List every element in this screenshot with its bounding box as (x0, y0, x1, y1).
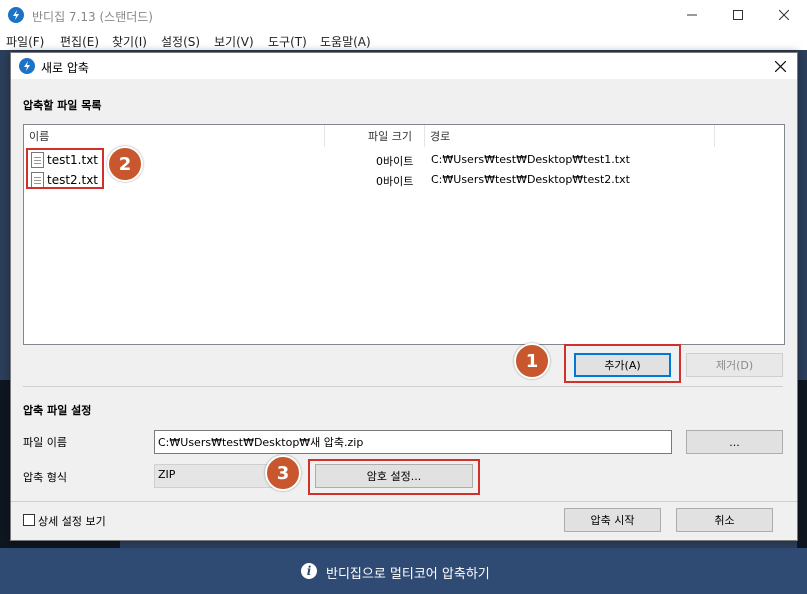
settings-section-label: 압축 파일 설정 (23, 404, 92, 417)
filename-label: 파일 이름 (23, 436, 67, 449)
background-panel (0, 540, 120, 548)
dialog-title: 새로 압축 (41, 61, 89, 75)
dialog-titlebar: 새로 압축 (11, 53, 797, 79)
column-separator[interactable] (424, 125, 425, 147)
highlight-box-files (26, 148, 104, 189)
file-path: C:₩Users₩test₩Desktop₩test1.txt (431, 153, 630, 166)
bandizip-logo-icon (8, 7, 24, 23)
maximize-icon[interactable] (715, 0, 761, 30)
step-badge-1: 1 (514, 343, 550, 379)
column-header-path[interactable]: 경로 (430, 128, 450, 144)
column-separator[interactable] (324, 125, 325, 147)
file-list[interactable]: 이름 파일 크기 경로 test1.txt 0바이트 C:₩Users₩test… (23, 124, 785, 345)
archive-filename-field[interactable]: C:₩Users₩test₩Desktop₩새 압축.zip (154, 430, 672, 454)
minimize-icon[interactable] (669, 0, 715, 30)
browse-button[interactable]: ... (686, 430, 783, 454)
info-icon: i (301, 563, 317, 579)
file-size: 0바이트 (376, 155, 414, 168)
menu-file[interactable]: 파일(F) (6, 33, 44, 50)
divider (23, 386, 783, 387)
new-archive-dialog: 새로 압축 압축할 파일 목록 이름 파일 크기 경로 test1.txt 0바… (10, 52, 798, 541)
archive-filename-value: C:₩Users₩test₩Desktop₩새 압축.zip (158, 436, 364, 449)
remove-button[interactable]: 제거(D) (686, 353, 783, 377)
list-header: 이름 파일 크기 경로 (24, 125, 784, 147)
bandizip-logo-icon (19, 58, 35, 74)
status-bar: 반디집으로 멀티코어 압축하기 (0, 548, 807, 594)
menu-edit[interactable]: 편집(E) (60, 33, 99, 50)
advanced-settings-label[interactable]: 상세 설정 보기 (38, 513, 106, 529)
format-label: 압축 형식 (23, 471, 67, 484)
password-settings-button[interactable]: 암호 설정... (315, 464, 473, 488)
column-header-size[interactable]: 파일 크기 (368, 128, 412, 144)
app-titlebar: 반디집 7.13 (스탠더드) (0, 0, 807, 30)
app-title: 반디집 7.13 (스탠더드) (32, 10, 153, 24)
file-size: 0바이트 (376, 175, 414, 188)
menu-help[interactable]: 도움말(A) (320, 33, 371, 50)
menubar: 파일(F) 편집(E) 찾기(I) 설정(S) 보기(V) 도구(T) 도움말(… (0, 30, 807, 50)
file-path: C:₩Users₩test₩Desktop₩test2.txt (431, 173, 630, 186)
archive-format-value: ZIP (158, 468, 176, 481)
menu-settings[interactable]: 설정(S) (161, 33, 200, 50)
menu-view[interactable]: 보기(V) (214, 33, 254, 50)
advanced-settings-checkbox[interactable] (23, 514, 35, 526)
files-section-label: 압축할 파일 목록 (23, 99, 102, 112)
menu-tools[interactable]: 도구(T) (268, 33, 307, 50)
dialog-close-icon[interactable] (769, 56, 791, 76)
step-badge-3: 3 (265, 455, 301, 491)
column-separator[interactable] (714, 125, 715, 147)
divider (11, 501, 797, 502)
cancel-button[interactable]: 취소 (676, 508, 773, 532)
window-close-icon[interactable] (761, 0, 807, 30)
menu-find[interactable]: 찾기(I) (112, 33, 147, 50)
add-button[interactable]: 추가(A) (574, 353, 671, 377)
column-header-name[interactable]: 이름 (29, 128, 49, 144)
status-text: 반디집으로 멀티코어 압축하기 (326, 567, 490, 582)
start-compression-button[interactable]: 압축 시작 (564, 508, 661, 532)
step-badge-2: 2 (107, 146, 143, 182)
